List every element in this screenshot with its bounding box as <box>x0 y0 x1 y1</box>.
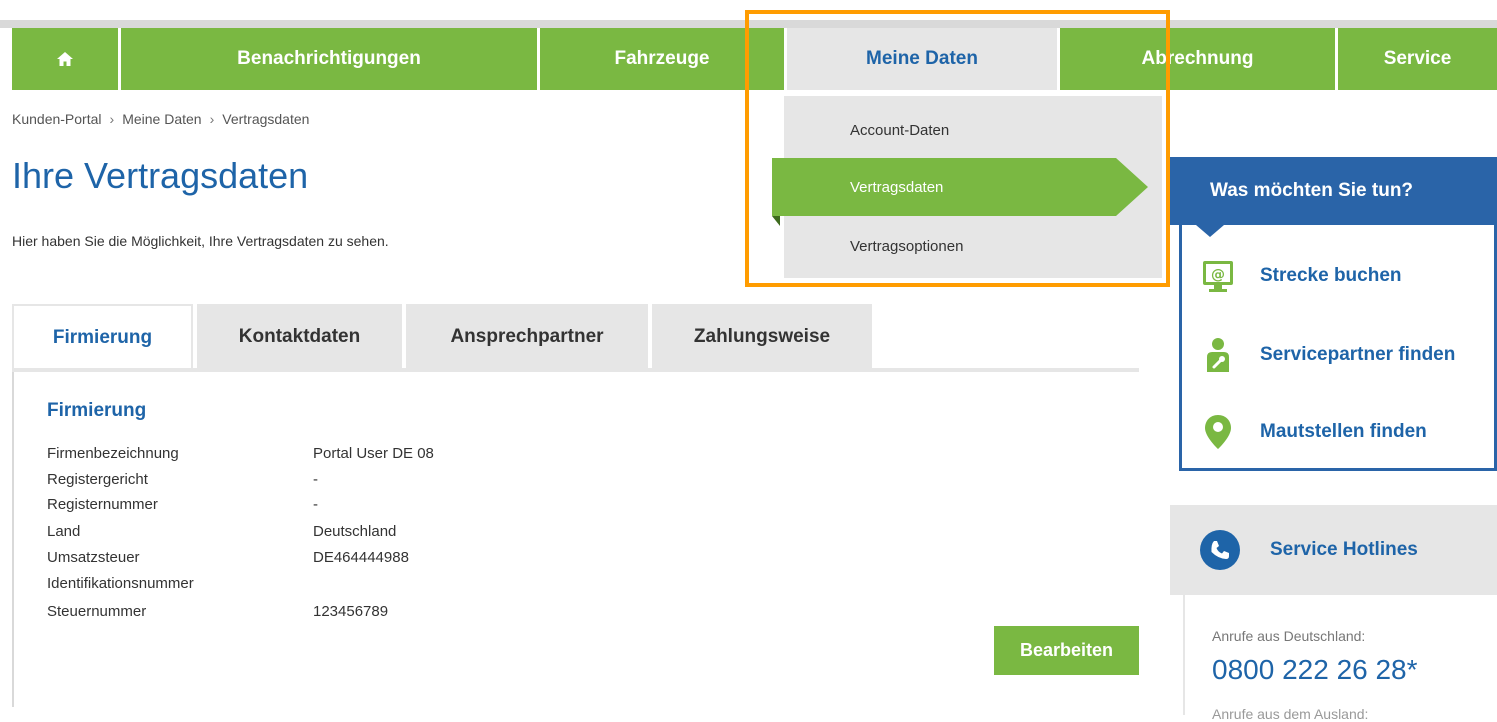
nav-label: Service <box>1383 48 1452 69</box>
mechanic-icon <box>1200 337 1236 373</box>
phone-icon <box>1200 530 1240 570</box>
field-value: Deutschland <box>313 523 397 540</box>
tab-underline <box>12 368 1139 372</box>
sidebar-link-label: Mautstellen finden <box>1260 421 1427 442</box>
nav-meine-daten[interactable]: Meine Daten <box>787 28 1057 90</box>
nav-label: Benachrichtigungen <box>237 48 421 69</box>
nav-service[interactable]: Service <box>1338 28 1497 90</box>
map-pin-icon <box>1200 414 1236 450</box>
home-icon <box>57 52 73 66</box>
breadcrumb-chevron-icon: › <box>109 111 115 127</box>
nav-benachrichtigungen[interactable]: Benachrichtigungen <box>121 28 537 90</box>
field-value: Portal User DE 08 <box>313 445 434 462</box>
breadcrumb-chevron-icon: › <box>209 111 215 127</box>
breadcrumb-item-vertragsdaten: Vertragsdaten <box>222 111 310 127</box>
breadcrumb-item-meine-daten[interactable]: Meine Daten <box>122 111 201 127</box>
nav-abrechnung[interactable]: Abrechnung <box>1060 28 1335 90</box>
top-strip <box>0 0 1497 8</box>
nav-label: Meine Daten <box>866 48 978 69</box>
sidebar-link-label: Servicepartner finden <box>1260 344 1456 365</box>
tab-bar: Firmierung Kontaktdaten Ansprechpartner … <box>12 304 1139 370</box>
nav-label: Fahrzeuge <box>614 48 710 69</box>
dropdown-item-label: Vertragsdaten <box>850 178 944 196</box>
page-intro: Hier haben Sie die Möglichkeit, Ihre Ver… <box>12 233 389 249</box>
field-label: Steuernummer <box>47 603 147 620</box>
tab-ansprechpartner[interactable]: Ansprechpartner <box>406 304 648 370</box>
tab-label: Ansprechpartner <box>450 326 604 347</box>
tab-label: Firmierung <box>52 327 153 348</box>
sidebar-title: Was möchten Sie tun? <box>1170 157 1497 225</box>
edit-button-label: Bearbeiten <box>1019 640 1114 660</box>
field-label: Firmenbezeichnung <box>47 445 179 462</box>
field-label: Land <box>47 523 81 540</box>
tab-zahlungsweise[interactable]: Zahlungsweise <box>652 304 872 370</box>
tab-label: Kontaktdaten <box>238 326 361 347</box>
tab-label: Zahlungsweise <box>693 326 831 347</box>
monitor-at-icon: @ <box>1200 258 1236 294</box>
dropdown-ribbon-fold <box>772 216 780 226</box>
field-label: Umsatzsteuer <box>47 549 140 566</box>
nav-fahrzeuge[interactable]: Fahrzeuge <box>540 28 784 90</box>
main-navigation: Benachrichtigungen Fahrzeuge Meine Daten… <box>12 28 1497 90</box>
dropdown-item-account-daten[interactable]: Account-Daten <box>850 122 949 139</box>
tab-firmierung[interactable]: Firmierung <box>12 304 193 370</box>
sidebar-title-text: Was möchten Sie tun? <box>1210 180 1414 201</box>
sidebar-link-servicepartner-finden[interactable]: Servicepartner finden <box>1200 335 1455 375</box>
service-hotlines-header: Service Hotlines <box>1170 505 1497 595</box>
field-value: - <box>313 471 318 488</box>
breadcrumb-item-kunden-portal[interactable]: Kunden-Portal <box>12 111 102 127</box>
dropdown-active-arrow <box>1116 158 1148 216</box>
nav-label: Abrechnung <box>1141 48 1254 69</box>
field-label: Identifikationsnummer <box>47 575 194 592</box>
sidebar-link-mautstellen-finden[interactable]: Mautstellen finden <box>1200 412 1427 452</box>
field-value: 123456789 <box>313 603 389 620</box>
service-hotlines-title: Service Hotlines <box>1270 539 1418 560</box>
nav-home[interactable] <box>12 28 118 90</box>
content-left-border <box>12 372 14 707</box>
hotline-label-germany: Anrufe aus Deutschland: <box>1212 628 1366 644</box>
dropdown-item-vertragsoptionen[interactable]: Vertragsoptionen <box>850 238 963 255</box>
hotline-label-abroad: Anrufe aus dem Ausland: <box>1212 706 1369 722</box>
breadcrumb: Kunden-Portal › Meine Daten › Vertragsdaten <box>12 111 309 127</box>
field-value: - <box>313 496 318 513</box>
top-gray-bar <box>0 20 1497 28</box>
field-label: Registernummer <box>47 496 158 513</box>
edit-button[interactable]: Bearbeiten <box>994 626 1139 675</box>
svg-text:@: @ <box>1211 267 1225 283</box>
sidebar-link-strecke-buchen[interactable]: @ Strecke buchen <box>1200 256 1402 296</box>
field-value: DE464444988 <box>313 549 409 566</box>
section-title: Firmierung <box>47 400 147 421</box>
page-title: Ihre Vertragsdaten <box>12 155 309 196</box>
dropdown-item-vertragsdaten[interactable]: Vertragsdaten <box>772 158 1116 216</box>
hotline-number[interactable]: 0800 222 26 28* <box>1212 654 1418 686</box>
field-label: Registergericht <box>47 471 148 488</box>
tab-kontaktdaten[interactable]: Kontaktdaten <box>197 304 402 370</box>
sidebar-link-label: Strecke buchen <box>1260 265 1402 286</box>
sidebar-pointer <box>1196 225 1224 237</box>
